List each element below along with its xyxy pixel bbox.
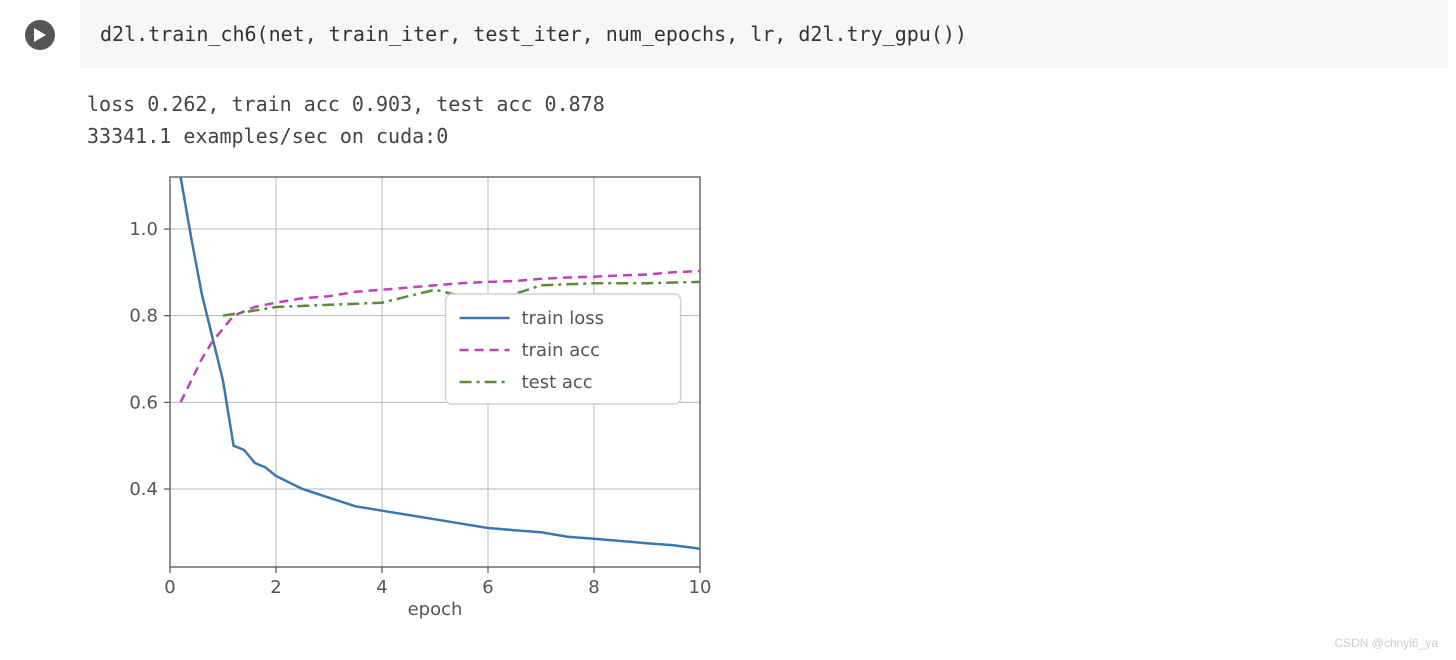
svg-text:1.0: 1.0 — [129, 219, 158, 240]
play-icon — [34, 28, 46, 42]
svg-text:0.6: 0.6 — [129, 392, 158, 413]
svg-text:2: 2 — [270, 577, 281, 598]
svg-text:10: 10 — [689, 577, 712, 598]
run-button[interactable] — [25, 20, 55, 50]
notebook-cell: d2l.train_ch6(net, train_iter, test_iter… — [0, 0, 1456, 68]
code-text: d2l.train_ch6(net, train_iter, test_iter… — [100, 22, 967, 46]
svg-text:epoch: epoch — [408, 599, 463, 620]
svg-text:0.4: 0.4 — [129, 479, 158, 500]
svg-text:train acc: train acc — [522, 340, 600, 361]
chart: 0 2 4 6 8 10 0.4 0.6 0.8 1.0 epoch train loss train … — [95, 167, 1456, 631]
output-line-2: 33341.1 examples/sec on cuda:0 — [87, 120, 1456, 152]
svg-text:8: 8 — [588, 577, 599, 598]
run-button-area — [0, 0, 80, 50]
code-cell[interactable]: d2l.train_ch6(net, train_iter, test_iter… — [80, 0, 1448, 68]
svg-text:train loss: train loss — [522, 308, 604, 329]
chart-svg: 0 2 4 6 8 10 0.4 0.6 0.8 1.0 epoch train loss train … — [95, 167, 715, 627]
svg-text:4: 4 — [376, 577, 387, 598]
output-line-1: loss 0.262, train acc 0.903, test acc 0.… — [87, 88, 1456, 120]
svg-text:6: 6 — [482, 577, 493, 598]
svg-text:0.8: 0.8 — [129, 306, 158, 327]
watermark: CSDN @chnyi6_ya — [1334, 636, 1438, 650]
output-text: loss 0.262, train acc 0.903, test acc 0.… — [85, 68, 1456, 152]
svg-text:test acc: test acc — [522, 372, 593, 393]
svg-text:0: 0 — [164, 577, 175, 598]
